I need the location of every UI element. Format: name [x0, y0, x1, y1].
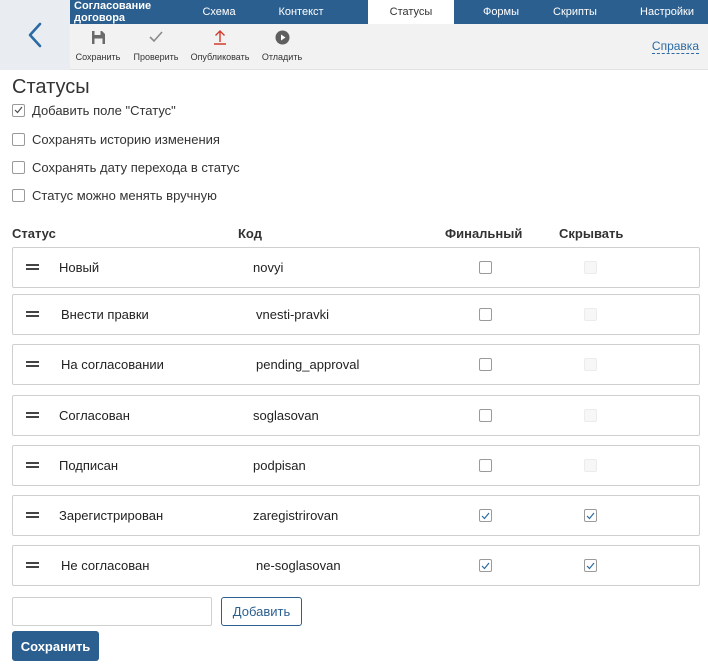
status-code[interactable]: vnesti-pravki	[256, 307, 329, 322]
status-code[interactable]: pending_approval	[256, 357, 359, 372]
play-circle-icon	[273, 28, 291, 46]
status-name[interactable]: На согласовании	[61, 357, 164, 372]
help-link[interactable]: Справка	[651, 40, 699, 54]
new-status-input[interactable]	[12, 597, 212, 626]
debug-tool-label: Отладить	[261, 52, 303, 62]
tab-process-name[interactable]: Согласование договора	[70, 0, 198, 24]
status-row: Не согласован ne-soglasovan	[12, 545, 700, 586]
option-save-transition-date[interactable]: Сохранять дату перехода в статус	[12, 159, 240, 175]
final-checkbox[interactable]	[479, 509, 492, 522]
final-checkbox[interactable]	[479, 261, 492, 274]
option-checkbox[interactable]	[12, 188, 25, 202]
drag-handle-icon[interactable]	[26, 264, 39, 270]
save-tool-label: Сохранить	[75, 52, 121, 62]
status-code[interactable]: ne-soglasovan	[256, 558, 341, 573]
status-row: Новый novyi	[12, 247, 700, 288]
save-tool-button[interactable]: Сохранить	[68, 28, 128, 66]
debug-tool-button[interactable]: Отладить	[252, 28, 312, 66]
floppy-disk-icon	[89, 28, 107, 46]
toolbar: Сохранить Проверить Опубликовать Отладит…	[70, 24, 708, 70]
checkmark-icon	[481, 562, 490, 569]
check-tool-button[interactable]: Проверить	[126, 28, 186, 66]
checkmark-icon	[14, 106, 23, 114]
publish-tool-button[interactable]: Опубликовать	[190, 28, 250, 66]
option-checkbox[interactable]	[12, 103, 25, 117]
option-manual-status-change[interactable]: Статус можно менять вручную	[12, 187, 217, 203]
status-row: Внести правки vnesti-pravki	[12, 294, 700, 335]
option-label: Статус можно менять вручную	[32, 187, 217, 203]
status-name[interactable]: Подписан	[59, 458, 118, 473]
drag-handle-icon[interactable]	[26, 412, 39, 418]
tab-settings[interactable]: Настройки	[626, 0, 708, 24]
page-title: Статусы	[12, 76, 90, 98]
checkmark-icon	[481, 512, 490, 519]
column-header-code: Код	[238, 226, 262, 241]
checkmark-icon	[586, 512, 595, 519]
status-row: Зарегистрирован zaregistrirovan	[12, 495, 700, 536]
save-button[interactable]: Сохранить	[12, 631, 99, 661]
final-checkbox[interactable]	[479, 409, 492, 422]
tab-scripts[interactable]: Скрипты	[538, 0, 612, 24]
drag-handle-icon[interactable]	[26, 512, 39, 518]
status-code[interactable]: zaregistrirovan	[253, 508, 338, 523]
column-header-final: Финальный	[445, 226, 523, 241]
option-save-history[interactable]: Сохранять историю изменения	[12, 131, 220, 147]
tab-statuses[interactable]: Статусы	[368, 0, 454, 24]
option-label: Сохранять историю изменения	[32, 131, 220, 147]
final-checkbox[interactable]	[479, 459, 492, 472]
option-checkbox[interactable]	[12, 132, 25, 146]
status-code[interactable]: novyi	[253, 260, 283, 275]
hide-checkbox[interactable]	[584, 509, 597, 522]
option-label: Добавить поле "Статус"	[32, 102, 176, 118]
column-header-status: Статус	[12, 226, 56, 241]
option-add-status-field[interactable]: Добавить поле "Статус"	[12, 102, 176, 118]
checkmark-icon	[147, 28, 165, 46]
option-checkbox[interactable]	[12, 160, 25, 174]
status-code[interactable]: podpisan	[253, 458, 306, 473]
hide-checkbox	[584, 308, 597, 321]
drag-handle-icon[interactable]	[26, 361, 39, 367]
column-header-hide: Скрывать	[559, 226, 624, 241]
check-tool-label: Проверить	[133, 52, 179, 62]
final-checkbox[interactable]	[479, 358, 492, 371]
drag-handle-icon[interactable]	[26, 462, 39, 468]
drag-handle-icon[interactable]	[26, 562, 39, 568]
option-label: Сохранять дату перехода в статус	[32, 159, 240, 175]
hide-checkbox[interactable]	[584, 559, 597, 572]
publish-tool-label: Опубликовать	[190, 52, 250, 62]
final-checkbox[interactable]	[479, 308, 492, 321]
status-name[interactable]: Согласован	[59, 408, 130, 423]
tab-bar: Согласование договора Схема Контекст Ста…	[70, 0, 708, 24]
status-name[interactable]: Не согласован	[61, 558, 149, 573]
checkmark-icon	[586, 562, 595, 569]
upload-arrow-icon	[211, 28, 229, 46]
status-name[interactable]: Новый	[59, 260, 99, 275]
hide-checkbox	[584, 358, 597, 371]
add-status-button[interactable]: Добавить	[221, 597, 302, 626]
status-row: Подписан podpisan	[12, 445, 700, 486]
tab-schema[interactable]: Схема	[198, 0, 240, 24]
back-button[interactable]	[0, 0, 70, 70]
hide-checkbox	[584, 459, 597, 472]
status-name[interactable]: Зарегистрирован	[59, 508, 163, 523]
status-row: На согласовании pending_approval	[12, 344, 700, 385]
status-row: Согласован soglasovan	[12, 395, 700, 436]
status-name[interactable]: Внести правки	[61, 307, 149, 322]
drag-handle-icon[interactable]	[26, 311, 39, 317]
chevron-left-icon	[28, 22, 42, 48]
status-code[interactable]: soglasovan	[253, 408, 319, 423]
final-checkbox[interactable]	[479, 559, 492, 572]
hide-checkbox	[584, 261, 597, 274]
hide-checkbox	[584, 409, 597, 422]
tab-forms[interactable]: Формы	[468, 0, 534, 24]
tab-context[interactable]: Контекст	[266, 0, 336, 24]
